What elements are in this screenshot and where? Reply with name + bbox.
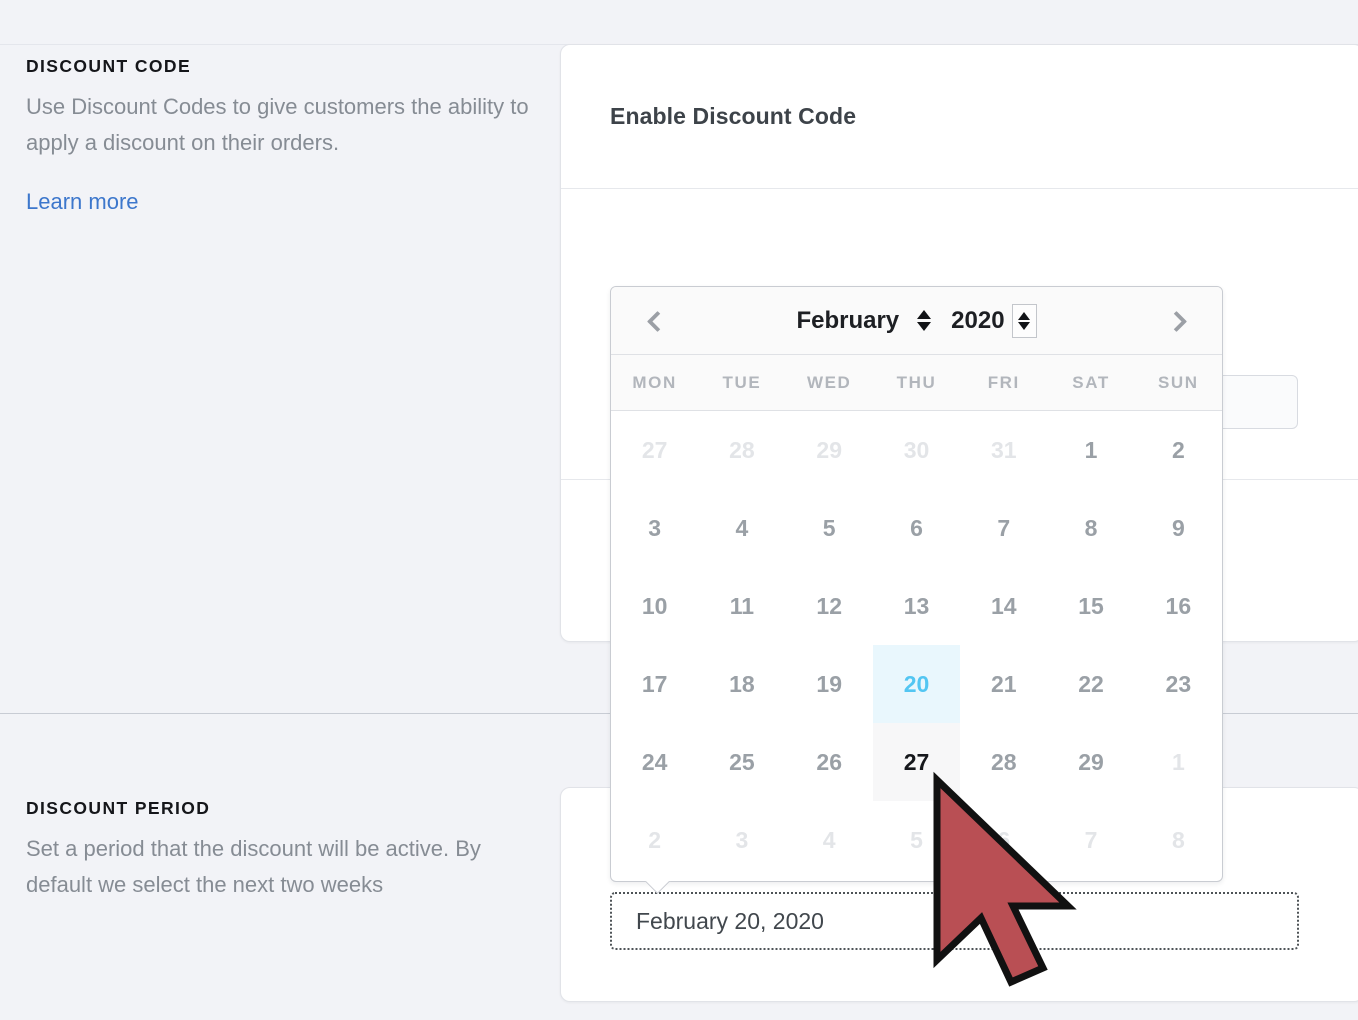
day-cell[interactable]: 12 bbox=[786, 567, 873, 645]
day-cell[interactable]: 10 bbox=[611, 567, 698, 645]
enable-discount-code-label: Enable Discount Code bbox=[610, 103, 857, 129]
day-cell[interactable]: 24 bbox=[611, 723, 698, 801]
datepicker-header: February 2020 bbox=[611, 287, 1222, 355]
day-cell[interactable]: 5 bbox=[873, 801, 960, 879]
prev-month-button[interactable] bbox=[625, 287, 689, 355]
triangle-down-icon bbox=[1018, 321, 1031, 330]
day-cell[interactable]: 15 bbox=[1047, 567, 1134, 645]
weekday-label-thu: THU bbox=[896, 372, 937, 392]
weekday-label-tue: TUE bbox=[722, 372, 762, 392]
day-cell[interactable]: 14 bbox=[960, 567, 1047, 645]
day-cell[interactable]: 7 bbox=[1047, 801, 1134, 879]
card-header: Enable Discount Code bbox=[561, 45, 1358, 189]
day-cell[interactable]: 8 bbox=[1047, 489, 1134, 567]
day-cell[interactable]: 2 bbox=[611, 801, 698, 879]
triangle-up-icon bbox=[917, 310, 932, 319]
day-cell[interactable]: 5 bbox=[786, 489, 873, 567]
datepicker-title: February 2020 bbox=[796, 303, 1037, 338]
datepicker-pointer-notch bbox=[645, 881, 671, 895]
day-cell[interactable]: 28 bbox=[960, 723, 1047, 801]
day-cell[interactable]: 27 bbox=[611, 411, 698, 489]
month-select[interactable]: February bbox=[796, 307, 899, 335]
day-cell[interactable]: 6 bbox=[960, 801, 1047, 879]
triangle-up-icon bbox=[1018, 311, 1031, 320]
triangle-down-icon bbox=[917, 322, 932, 331]
day-cell[interactable]: 13 bbox=[873, 567, 960, 645]
day-cell[interactable]: 3 bbox=[698, 801, 785, 879]
chevron-right-icon bbox=[1165, 310, 1187, 332]
discount-code-description: DISCOUNT CODE Use Discount Codes to give… bbox=[26, 56, 536, 217]
day-cell[interactable]: 6 bbox=[873, 489, 960, 567]
datepicker-popup[interactable]: February 2020 MON TUE WED THU FRI SAT SUN 27 28… bbox=[610, 286, 1223, 882]
chevron-left-icon bbox=[646, 310, 668, 332]
day-cell[interactable]: 4 bbox=[786, 801, 873, 879]
day-cell[interactable]: 4 bbox=[698, 489, 785, 567]
day-cell[interactable]: 31 bbox=[960, 411, 1047, 489]
year-stepper[interactable] bbox=[1011, 303, 1037, 338]
day-cell[interactable]: 28 bbox=[698, 411, 785, 489]
day-cell[interactable]: 3 bbox=[611, 489, 698, 567]
day-cell[interactable]: 18 bbox=[698, 645, 785, 723]
datepicker-weekday-header: MON TUE WED THU FRI SAT SUN bbox=[611, 355, 1222, 411]
day-cell[interactable]: 2 bbox=[1135, 411, 1222, 489]
month-stepper-icon[interactable] bbox=[917, 310, 932, 331]
learn-more-link[interactable]: Learn more bbox=[26, 187, 139, 217]
day-cell[interactable]: 16 bbox=[1135, 567, 1222, 645]
weekday-label-wed: WED bbox=[806, 372, 852, 392]
year-input[interactable]: 2020 bbox=[951, 307, 1004, 335]
discount-code-title: DISCOUNT CODE bbox=[26, 56, 192, 76]
day-cell[interactable]: 1 bbox=[1047, 411, 1134, 489]
day-cell[interactable]: 29 bbox=[786, 411, 873, 489]
datepicker-day-grid[interactable]: 27 28 29 30 31 1 2 3 4 5 6 7 8 9 10 11 12 13 14 15 16 17 18 19 2… bbox=[611, 411, 1222, 879]
day-cell[interactable]: 25 bbox=[698, 723, 785, 801]
day-cell[interactable]: 26 bbox=[786, 723, 873, 801]
discount-period-body: Set a period that the discount will be a… bbox=[26, 836, 481, 897]
weekday-label-sat: SAT bbox=[1072, 372, 1110, 392]
discount-period-title: DISCOUNT PERIOD bbox=[26, 798, 211, 818]
next-month-button[interactable] bbox=[1144, 287, 1208, 355]
day-cell[interactable]: 8 bbox=[1135, 801, 1222, 879]
day-cell[interactable]: 11 bbox=[698, 567, 785, 645]
weekday-label-mon: MON bbox=[632, 372, 677, 392]
day-cell[interactable]: 22 bbox=[1047, 645, 1134, 723]
day-cell[interactable]: 27 bbox=[872, 723, 961, 801]
discount-start-date-input[interactable] bbox=[610, 892, 1299, 950]
day-cell[interactable]: 19 bbox=[786, 645, 873, 723]
page-root: DISCOUNT CODE Use Discount Codes to give… bbox=[0, 0, 1358, 1020]
day-cell[interactable]: 23 bbox=[1135, 645, 1222, 723]
day-cell[interactable]: 20 bbox=[872, 645, 961, 723]
day-cell[interactable]: 30 bbox=[873, 411, 960, 489]
weekday-label-sun: SUN bbox=[1157, 372, 1199, 392]
discount-period-description: DISCOUNT PERIOD Set a period that the di… bbox=[26, 798, 536, 903]
day-cell[interactable]: 1 bbox=[1135, 723, 1222, 801]
top-divider-strip bbox=[0, 0, 1358, 45]
date-field-wrapper bbox=[610, 892, 1299, 950]
discount-code-body: Use Discount Codes to give customers the… bbox=[26, 94, 529, 155]
day-cell[interactable]: 9 bbox=[1135, 489, 1222, 567]
weekday-label-fri: FRI bbox=[987, 372, 1020, 392]
day-cell[interactable]: 21 bbox=[960, 645, 1047, 723]
day-cell[interactable]: 17 bbox=[611, 645, 698, 723]
day-cell[interactable]: 29 bbox=[1047, 723, 1134, 801]
day-cell[interactable]: 7 bbox=[960, 489, 1047, 567]
